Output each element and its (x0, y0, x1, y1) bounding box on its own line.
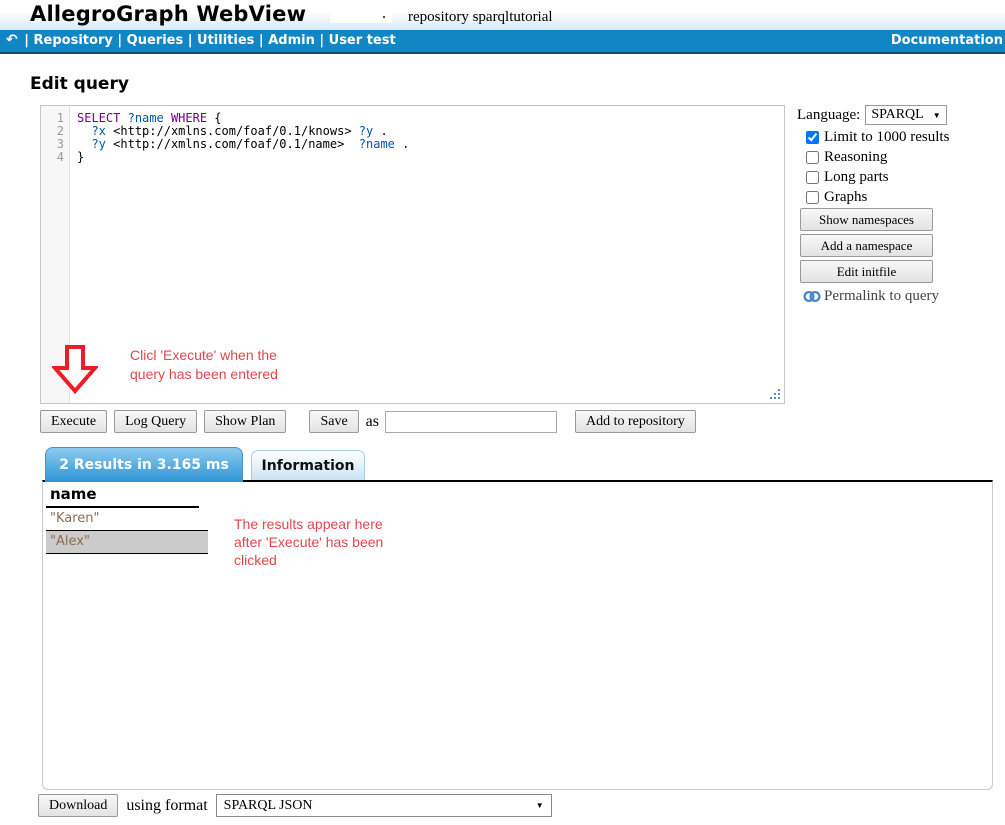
annotation-line: clicked (234, 551, 383, 569)
result-row[interactable]: "Alex" (46, 531, 208, 554)
save-button[interactable]: Save (309, 410, 358, 433)
annotation-line: The results appear here (234, 515, 383, 533)
nav-item-admin[interactable]: Admin (268, 33, 315, 48)
language-select[interactable]: SPARQL ▼ (865, 105, 946, 125)
execute-button[interactable]: Execute (40, 410, 107, 433)
checkbox-limit-to-1000-results[interactable] (806, 131, 819, 144)
execute-annotation-text: Clicl 'Execute' when thequery has been e… (130, 346, 278, 384)
stray-dot (383, 16, 385, 18)
results-annotation-text: The results appear hereafter 'Execute' h… (234, 515, 383, 569)
add-a-namespace-button[interactable]: Add a namespace (800, 234, 933, 257)
checkbox-label: Limit to 1000 results (824, 129, 949, 146)
results-rows: "Karen""Alex" (46, 508, 208, 554)
line-number: 4 (41, 151, 64, 164)
nav-item-documentation[interactable]: Documentation (891, 33, 1003, 48)
checkbox-row-graphs: Graphs (806, 189, 1005, 205)
download-bar: Download using format SPARQL JSON ▼ (38, 794, 552, 817)
checkbox-label: Reasoning (824, 149, 887, 166)
redaction-patch (468, 0, 546, 9)
redaction-patch (330, 3, 392, 23)
download-button[interactable]: Download (38, 794, 118, 817)
as-label: as (366, 413, 379, 431)
page-title: Edit query (30, 74, 129, 94)
nav-item-repository[interactable]: Repository (34, 33, 113, 48)
code-line: } (77, 151, 784, 164)
nav-separator: | (315, 33, 329, 48)
red-down-arrow-annotation (52, 344, 98, 394)
tab-results[interactable]: 2 Results in 3.165 ms (45, 447, 243, 482)
checkbox-label: Long parts (824, 169, 889, 186)
checkbox-long-parts[interactable] (806, 171, 819, 184)
resize-grip-icon[interactable] (769, 388, 781, 400)
log-query-button[interactable]: Log Query (114, 410, 197, 433)
permalink-link[interactable]: Permalink to query (803, 288, 1005, 305)
back-arrow-icon[interactable]: ↶ (6, 32, 18, 48)
result-row[interactable]: "Karen" (46, 508, 208, 531)
code-line: ?y <http://xmlns.com/foaf/0.1/name> ?nam… (77, 138, 784, 151)
show-namespaces-button[interactable]: Show namespaces (800, 208, 933, 231)
query-actions-row: Execute Log Query Show Plan Save as Add … (40, 410, 696, 433)
nav-separator: | (20, 33, 34, 48)
checkbox-reasoning[interactable] (806, 151, 819, 164)
add-to-repository-button[interactable]: Add to repository (575, 410, 696, 433)
webview-app: AllegroGraph WebView repository sparqltu… (0, 0, 1005, 825)
nav-separator: | (113, 33, 127, 48)
checkbox-label: Graphs (824, 189, 867, 206)
results-panel: name "Karen""Alex" The results appear he… (42, 480, 993, 790)
chevron-down-icon: ▼ (933, 111, 941, 120)
annotation-line: Clicl 'Execute' when the (130, 346, 278, 365)
language-label: Language: (797, 107, 860, 124)
language-row: Language: SPARQL ▼ (797, 105, 1005, 125)
using-format-label: using format (126, 797, 207, 815)
format-select[interactable]: SPARQL JSON ▼ (216, 794, 552, 817)
nav-item-utilities[interactable]: Utilities (197, 33, 254, 48)
app-title: AllegroGraph WebView (30, 2, 306, 26)
checkbox-row-limit-to-1000-results: Limit to 1000 results (806, 129, 1005, 145)
checkbox-row-long-parts: Long parts (806, 169, 1005, 185)
namespace-buttons: Show namespaces Add a namespace Edit initf… (797, 208, 1005, 283)
nav-items: | Repository | Queries | Utilities | Adm… (20, 33, 396, 48)
header: AllegroGraph WebView repository sparqltu… (0, 0, 1005, 30)
language-value: SPARQL (871, 107, 923, 123)
options-checkbox-list: Limit to 1000 results Reasoning Long parts… (797, 129, 1005, 205)
format-value: SPARQL JSON (224, 798, 313, 814)
repository-label: repository sparqltutorial (408, 9, 553, 26)
results-column-header[interactable]: name (46, 483, 199, 508)
nav-bar: ↶ | Repository | Queries | Utilities | A… (0, 30, 1005, 54)
query-options-panel: Language: SPARQL ▼ Limit to 1000 results… (797, 105, 1005, 305)
save-name-input[interactable] (385, 411, 557, 433)
tab-information[interactable]: Information (251, 450, 365, 480)
nav-item-user-test[interactable]: User test (329, 33, 396, 48)
nav-item-queries[interactable]: Queries (127, 33, 184, 48)
checkbox-graphs[interactable] (806, 191, 819, 204)
show-plan-button[interactable]: Show Plan (204, 410, 286, 433)
annotation-line: after 'Execute' has been (234, 533, 383, 551)
chevron-down-icon: ▼ (536, 801, 544, 810)
permalink-label: Permalink to query (824, 288, 939, 305)
nav-separator: | (254, 33, 268, 48)
results-table: name "Karen""Alex" (46, 483, 208, 554)
checkbox-row-reasoning: Reasoning (806, 149, 1005, 165)
nav-separator: | (183, 33, 197, 48)
edit-initfile-button[interactable]: Edit initfile (800, 260, 933, 283)
annotation-line: query has been entered (130, 365, 278, 384)
chain-link-icon (803, 289, 821, 304)
